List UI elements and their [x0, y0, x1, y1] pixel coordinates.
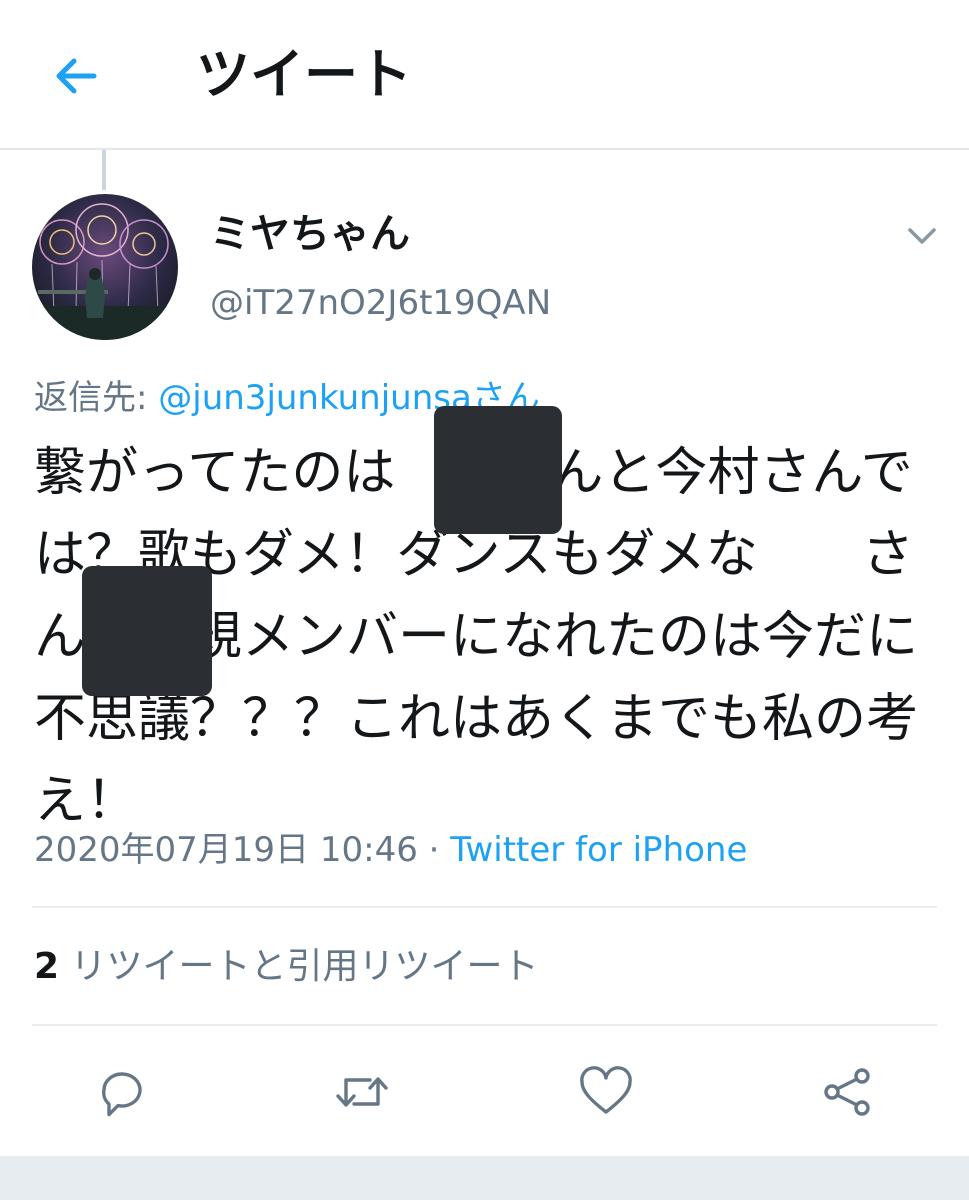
redaction-box: [434, 406, 562, 534]
avatar[interactable]: [32, 194, 178, 340]
footer-separator: [0, 1156, 969, 1200]
author-display-name[interactable]: ミヤちゃん: [210, 206, 410, 262]
heart-icon[interactable]: [578, 1064, 634, 1120]
divider: [32, 906, 937, 908]
retweet-stats[interactable]: 2 リツイートと引用リツイート: [34, 940, 539, 994]
author-handle[interactable]: @iT27nO2J6t19QAN: [210, 278, 551, 328]
redaction-box: [82, 566, 212, 696]
retweet-icon[interactable]: [334, 1064, 390, 1120]
timestamp[interactable]: 2020年07月19日 10:46: [34, 830, 418, 870]
reply-prefix: 返信先:: [34, 378, 159, 418]
page-title: ツイート: [196, 43, 412, 106]
tweet-meta: 2020年07月19日 10:46 · Twitter for iPhone: [34, 824, 747, 876]
divider: [32, 1024, 937, 1026]
reply-icon[interactable]: [94, 1064, 150, 1120]
top-bar: ツイート: [0, 0, 969, 150]
chevron-down-icon[interactable]: [904, 222, 940, 250]
arrow-left-icon[interactable]: [52, 52, 100, 100]
meta-separator: ·: [417, 830, 451, 870]
retweet-count: 2: [34, 946, 60, 987]
source-link[interactable]: Twitter for iPhone: [450, 830, 747, 870]
retweet-label: リツイートと引用リツイート: [59, 946, 539, 987]
thread-connector: [102, 150, 106, 190]
share-icon[interactable]: [820, 1064, 876, 1120]
